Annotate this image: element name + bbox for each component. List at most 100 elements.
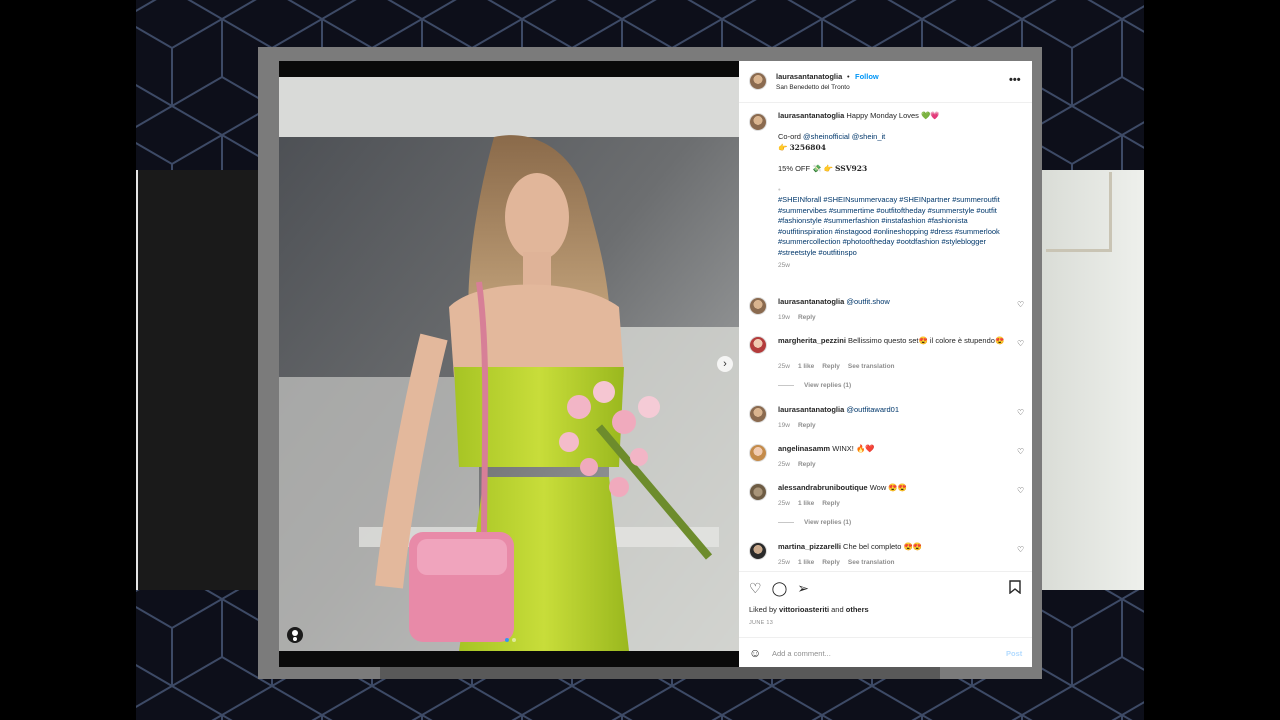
comment-like-count[interactable]: 1 like bbox=[798, 559, 814, 566]
comments-list[interactable]: laurasantanatoglia Happy Monday Loves 💚💗… bbox=[739, 104, 1032, 570]
comment-like-count[interactable]: 1 like bbox=[798, 500, 814, 507]
tagged-users-icon[interactable] bbox=[287, 627, 303, 643]
caption-discount-code: SSV923 bbox=[835, 163, 868, 173]
carousel-dot bbox=[512, 638, 516, 642]
comment-item: laurasantanatoglia @outfit.show 19w Reply… bbox=[749, 297, 1029, 327]
caption-timestamp: 25w bbox=[778, 262, 790, 269]
comment-time: 19w bbox=[778, 314, 790, 321]
pointing-emoji: 👉 bbox=[778, 142, 788, 152]
caption-mention[interactable]: @shein_it bbox=[852, 132, 885, 141]
comment-username[interactable]: laurasantanatoglia bbox=[778, 297, 844, 306]
comment-text: Wow 😍😍 bbox=[869, 483, 907, 492]
reply-button[interactable]: Reply bbox=[822, 500, 840, 507]
comment-username[interactable]: margherita_pezzini bbox=[778, 336, 846, 345]
comment-username[interactable]: angelinasamm bbox=[778, 444, 830, 453]
comment-like-count[interactable]: 1 like bbox=[798, 363, 814, 370]
comment-item: laurasantanatoglia @outfitaward01 19w Rep… bbox=[749, 405, 1029, 435]
comment-time: 25w bbox=[778, 363, 790, 370]
post-header: laurasantanatoglia • Follow San Benedett… bbox=[739, 61, 1032, 103]
caption-username[interactable]: laurasantanatoglia bbox=[778, 111, 844, 120]
more-options-icon[interactable]: ••• bbox=[1009, 74, 1021, 86]
comment-time: 19w bbox=[778, 422, 790, 429]
commenter-avatar[interactable] bbox=[749, 542, 767, 560]
comment-icon[interactable]: ◯ bbox=[772, 580, 788, 597]
author-avatar[interactable] bbox=[749, 72, 767, 90]
reply-button[interactable]: Reply bbox=[822, 363, 840, 370]
caption-discount: 15% OFF 💸 👉 bbox=[778, 163, 833, 173]
commenter-avatar[interactable] bbox=[749, 405, 767, 423]
liked-by-others[interactable]: others bbox=[846, 605, 869, 614]
comment-item: angelinasamm WINX! 🔥❤️ 25w Reply ♡ bbox=[749, 444, 1029, 474]
like-comment-heart-icon[interactable]: ♡ bbox=[1017, 545, 1024, 554]
like-comment-heart-icon[interactable]: ♡ bbox=[1017, 447, 1024, 456]
likes-and: and bbox=[831, 605, 844, 614]
like-comment-heart-icon[interactable]: ♡ bbox=[1017, 408, 1024, 417]
post-side-panel: laurasantanatoglia • Follow San Benedett… bbox=[739, 61, 1032, 667]
caption-title: Happy Monday Loves 💚💗 bbox=[846, 111, 940, 120]
view-replies-button[interactable]: View replies (1) bbox=[778, 382, 851, 389]
view-replies-label[interactable]: View replies (1) bbox=[804, 382, 851, 389]
likes-summary[interactable]: Liked by vittorioasteriti and others bbox=[749, 605, 869, 614]
share-icon[interactable]: ➢ bbox=[797, 580, 809, 597]
see-translation-button[interactable]: See translation bbox=[848, 559, 895, 566]
comment-input[interactable]: Add a comment... bbox=[772, 649, 831, 658]
carousel-indicator bbox=[505, 638, 516, 642]
comment-time: 25w bbox=[778, 500, 790, 507]
next-photo-button[interactable]: › bbox=[717, 356, 733, 372]
comment-text[interactable]: @outfitaward01 bbox=[846, 405, 899, 414]
caption-spacer: • bbox=[778, 184, 781, 194]
comment-time: 25w bbox=[778, 559, 790, 566]
add-comment-bar: ☺ Add a comment... Post bbox=[739, 637, 1032, 668]
caption-avatar[interactable] bbox=[749, 113, 767, 131]
commenter-avatar[interactable] bbox=[749, 336, 767, 354]
caption-code: 3256804 bbox=[789, 142, 826, 152]
reply-button[interactable]: Reply bbox=[798, 314, 816, 321]
comment-time: 25w bbox=[778, 461, 790, 468]
action-icons: ♡ ◯ ➢ bbox=[749, 580, 809, 597]
bookmark-icon[interactable] bbox=[1009, 580, 1021, 597]
background-slide-left bbox=[136, 170, 260, 590]
comment-item: martina_pizzarelli Che bel completo 😍😍 2… bbox=[749, 542, 1029, 570]
post-actions: ♡ ◯ ➢ Liked by vittorioasteriti and othe… bbox=[739, 571, 1032, 667]
like-comment-heart-icon[interactable]: ♡ bbox=[1017, 300, 1024, 309]
bottom-thumbnail-strip bbox=[380, 667, 940, 679]
post-location[interactable]: San Benedetto del Tronto bbox=[776, 84, 850, 91]
comment-text: Bellissimo questo set😍 il colore è stupe… bbox=[848, 336, 1005, 345]
reply-button[interactable]: Reply bbox=[798, 461, 816, 468]
comment-item: alessandrabruniboutique Wow 😍😍 25w 1 like… bbox=[749, 483, 1029, 513]
carousel-dot-active bbox=[505, 638, 509, 642]
caption-mention[interactable]: @sheinofficial bbox=[803, 132, 850, 141]
commenter-avatar[interactable] bbox=[749, 483, 767, 501]
reply-button[interactable]: Reply bbox=[822, 559, 840, 566]
caption-coord-label: Co-ord bbox=[778, 132, 801, 141]
commenter-avatar[interactable] bbox=[749, 444, 767, 462]
post-photo[interactable]: › bbox=[279, 61, 739, 667]
follow-separator: • bbox=[847, 72, 850, 81]
emoji-icon[interactable]: ☺ bbox=[749, 646, 761, 660]
view-replies-label[interactable]: View replies (1) bbox=[804, 519, 851, 526]
post-comment-button[interactable]: Post bbox=[1006, 649, 1022, 658]
comment-username[interactable]: laurasantanatoglia bbox=[778, 405, 844, 414]
comment-text: Che bel completo 😍😍 bbox=[843, 542, 923, 551]
post-image bbox=[279, 77, 739, 651]
follow-button[interactable]: Follow bbox=[855, 72, 879, 81]
author-username[interactable]: laurasantanatoglia bbox=[776, 72, 842, 81]
heart-icon[interactable]: ♡ bbox=[749, 580, 762, 597]
comment-username[interactable]: alessandrabruniboutique bbox=[778, 483, 868, 492]
see-translation-button[interactable]: See translation bbox=[848, 363, 895, 370]
background-slide-right bbox=[1040, 170, 1144, 590]
liked-by-user[interactable]: vittorioasteriti bbox=[779, 605, 829, 614]
comment-item: margherita_pezzini Bellissimo questo set… bbox=[749, 336, 1029, 370]
comment-username[interactable]: martina_pizzarelli bbox=[778, 542, 841, 551]
video-frame: › laurasantanatoglia • Follow San Benede… bbox=[0, 0, 1280, 720]
caption-hashtags[interactable]: #SHEINforall #SHEINsummervacay #SHEINpar… bbox=[778, 195, 1010, 258]
comment-text: WINX! 🔥❤️ bbox=[832, 444, 875, 453]
like-comment-heart-icon[interactable]: ♡ bbox=[1017, 486, 1024, 495]
post-date: JUNE 13 bbox=[749, 620, 774, 626]
like-comment-heart-icon[interactable]: ♡ bbox=[1017, 339, 1024, 348]
reply-button[interactable]: Reply bbox=[798, 422, 816, 429]
view-replies-button[interactable]: View replies (1) bbox=[778, 519, 851, 526]
commenter-avatar[interactable] bbox=[749, 297, 767, 315]
likes-prefix: Liked by bbox=[749, 605, 777, 614]
comment-text[interactable]: @outfit.show bbox=[846, 297, 889, 306]
